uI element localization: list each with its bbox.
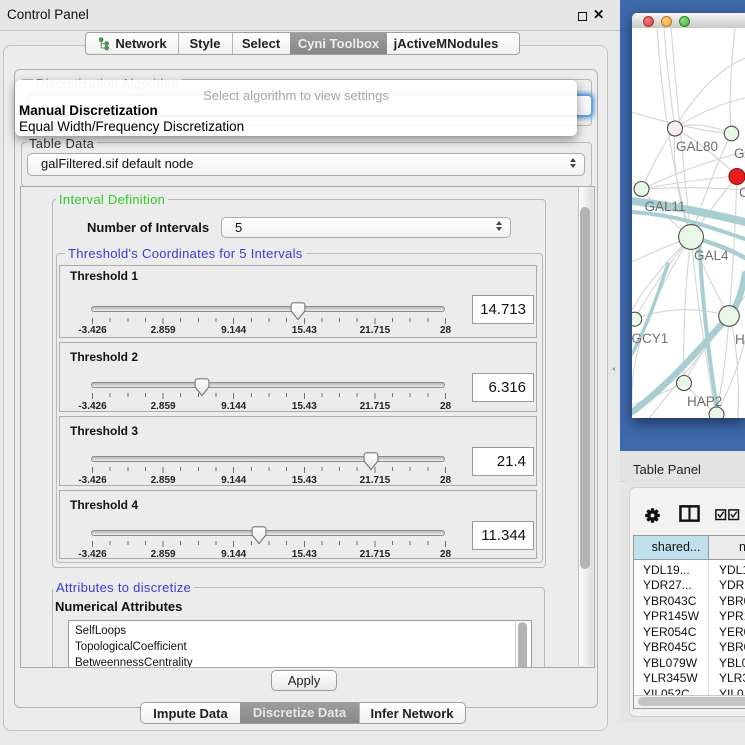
svg-text:HA: HA [735, 332, 745, 347]
svg-text:GA: GA [734, 146, 745, 161]
svg-text:HAP2: HAP2 [687, 394, 722, 409]
svg-text:GAL4: GAL4 [694, 248, 729, 263]
svg-text:GCY1: GCY1 [632, 331, 668, 346]
svg-text:GAL11: GAL11 [645, 199, 686, 214]
svg-text:C: C [739, 185, 745, 200]
svg-text:GAL80: GAL80 [676, 139, 718, 154]
